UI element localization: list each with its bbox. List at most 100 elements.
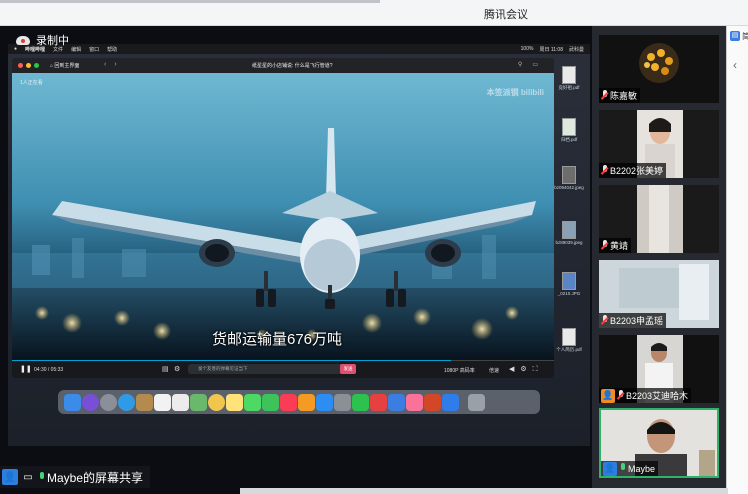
recording-indicator: 录制中 [16, 32, 69, 48]
desktop-files: 竞好祖.pdf 归档.pdf bz094042.jpeg bz89039.jpe… [554, 56, 590, 396]
menubar-window[interactable]: 窗口 [89, 46, 99, 53]
desktop-file[interactable]: 竞好祖.pdf [554, 66, 584, 91]
mic-active-icon [619, 463, 626, 474]
mic-muted-icon [601, 240, 608, 251]
minimize-dot-icon[interactable] [26, 63, 31, 68]
safari-icon[interactable] [118, 393, 135, 411]
settings-icon[interactable]: ⚙ [520, 366, 532, 373]
trash-icon[interactable] [468, 393, 485, 411]
video-title: 纸星星的小店铺说: 什么是飞行管道? [252, 63, 333, 69]
wps-icon[interactable] [370, 393, 387, 411]
participant-name: B2203艾迪哈木 [626, 391, 689, 401]
home-icon: ⌂ [50, 63, 54, 69]
meeting-title-bar: 腾讯会议 [0, 0, 748, 26]
shared-desktop: ● 哔哩哔哩 文件 编辑 窗口 帮助 100% 周日 11:08 武科曼 竞好祖… [8, 44, 590, 446]
viewer-count: 1人正在看 [20, 80, 43, 86]
danmu-toggle-icon[interactable]: ▤ [162, 365, 169, 373]
desktop-file[interactable]: 个人简历.pdf [554, 328, 584, 353]
share-label-text: Maybe的屏幕共享 [47, 470, 144, 485]
danmu-input[interactable]: 发个友善的弹幕见证当下 [188, 364, 354, 374]
participant-name: 陈嘉敏 [610, 91, 638, 101]
nav-arrows[interactable]: ‹› [104, 61, 125, 68]
title-bar-divider [0, 0, 380, 3]
participant-tile[interactable]: B2203申孟瑶 [599, 260, 719, 328]
fullscreen-icon[interactable]: ⛶ [533, 366, 544, 373]
participant-tile[interactable]: 👤 B2203艾迪哈木 [599, 335, 719, 403]
chevron-left-icon[interactable]: ‹ [733, 58, 737, 72]
recording-label: 录制中 [36, 35, 69, 47]
side-panel: ▤ 简 ‹ [726, 26, 748, 494]
keynote-icon[interactable] [442, 393, 459, 411]
window-controls [18, 63, 39, 68]
powerpoint-icon[interactable] [424, 393, 441, 411]
menubar-edit[interactable]: 编辑 [71, 46, 81, 53]
speed-selector[interactable]: 倍速 [489, 367, 499, 374]
player-controls: ❚❚ 04:30 / 05:33 ▤ ⚙ 发个友善的弹幕见证当下 发送 1080… [12, 361, 554, 378]
document-icon[interactable]: ▤ [730, 31, 740, 41]
window-title: 腾讯会议 [484, 9, 528, 21]
user-icon: 👤 [2, 469, 18, 485]
volume-icon[interactable]: ◀ [509, 366, 520, 373]
screen-share-icon: ▭ [23, 471, 33, 483]
appstore-icon[interactable] [316, 393, 333, 411]
side-panel-text: 简 [742, 32, 748, 41]
participant-tile-active[interactable]: 👤 Maybe [599, 408, 719, 478]
forward-icon[interactable]: › [114, 61, 124, 68]
desktop-file[interactable]: _0210.JPG [554, 272, 584, 296]
desktop-file[interactable]: bz094042.jpeg [554, 166, 584, 190]
home-button[interactable]: ⌂ 回到主界面 [50, 62, 79, 69]
close-dot-icon[interactable] [18, 63, 23, 68]
wechat-icon[interactable] [352, 393, 369, 411]
photos-icon[interactable] [208, 393, 225, 411]
participant-tile[interactable]: B2202张美婷 [599, 110, 719, 178]
participant-label: 陈嘉敏 [599, 88, 641, 103]
user-icon: 👤 [603, 461, 617, 476]
launchpad-icon[interactable] [100, 393, 117, 411]
pin-icon[interactable]: ⚲ [518, 62, 532, 68]
danmu-settings-icon[interactable]: ⚙ [174, 365, 180, 373]
airplane-scene [12, 128, 554, 361]
participant-tile[interactable]: 陈嘉敏 [599, 35, 719, 103]
music-icon[interactable] [280, 393, 297, 411]
user-icon: 👤 [601, 388, 615, 403]
mic-muted-icon [601, 165, 608, 176]
reminders-icon[interactable] [172, 393, 189, 411]
zoom-dot-icon[interactable] [34, 63, 39, 68]
mac-dock [58, 390, 540, 414]
screen-share-label: 👤 ▭ Maybe的屏幕共享 [0, 466, 150, 488]
calendar-icon[interactable] [154, 393, 171, 411]
books-icon[interactable] [298, 393, 315, 411]
participants-panel: 陈嘉敏 B2202张美婷 黄靖 B2203申孟瑶 👤 B2203艾迪哈木 👤 M… [592, 26, 726, 494]
mac-menubar: ● 哔哩哔哩 文件 编辑 窗口 帮助 100% 周日 11:08 武科曼 [8, 44, 590, 54]
video-subtitle: 货邮运输量676万吨 [212, 331, 343, 348]
video-frame[interactable]: 1人正在看 本签派钢 bilibili [12, 73, 554, 361]
pause-icon[interactable]: ❚❚ [20, 365, 32, 373]
messages-icon[interactable] [244, 393, 261, 411]
participant-label: B2203申孟瑶 [599, 313, 667, 328]
cloud-record-icon [16, 35, 30, 45]
desktop-file[interactable]: bz89039.jpeg [554, 221, 584, 245]
menubar-help[interactable]: 帮助 [107, 46, 117, 53]
player-right-icons: ◀⚙⛶ [509, 365, 544, 374]
siri-icon[interactable] [82, 393, 99, 411]
back-icon[interactable]: ‹ [104, 61, 114, 68]
participant-name: B2203申孟瑶 [610, 316, 664, 326]
participant-label: 黄靖 [599, 238, 632, 253]
video-player-window: ⌂ 回到主界面 ‹› 纸星星的小店铺说: 什么是飞行管道? ⚲▭ 1人正在看 本… [12, 58, 554, 378]
pip-icon[interactable]: ▭ [532, 62, 548, 68]
quality-selector[interactable]: 1080P 高码率 [444, 367, 475, 374]
facetime-icon[interactable] [262, 393, 279, 411]
participant-tile[interactable]: 黄靖 [599, 185, 719, 253]
bilibili-icon[interactable] [406, 393, 423, 411]
mic-muted-icon [617, 390, 624, 401]
finder-icon[interactable] [64, 393, 81, 411]
tencent-meeting-icon[interactable] [388, 393, 405, 411]
maps-icon[interactable] [190, 393, 207, 411]
participant-name: B2202张美婷 [610, 166, 664, 176]
player-bar-icons: ⚲▭ [518, 61, 548, 68]
send-danmu-button[interactable]: 发送 [340, 364, 356, 374]
system-preferences-icon[interactable] [334, 393, 351, 411]
stickies-icon[interactable] [226, 393, 243, 411]
desktop-file[interactable]: 归档.pdf [554, 118, 584, 143]
notes-icon[interactable] [136, 393, 153, 411]
